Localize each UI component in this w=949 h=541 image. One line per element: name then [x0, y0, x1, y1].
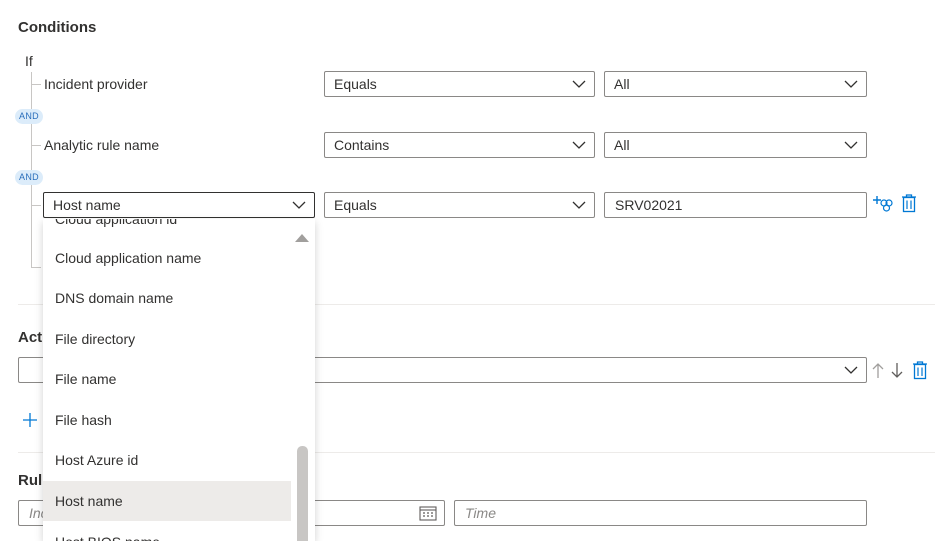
dropdown-option[interactable]: Host BIOS name — [43, 522, 291, 541]
scroll-up-arrow-icon[interactable] — [294, 232, 310, 243]
add-action-icon[interactable] — [22, 412, 38, 428]
conditions-title: Conditions — [18, 19, 97, 36]
condition-field-label: Incident provider — [44, 76, 148, 92]
condition-operator-select[interactable]: Equals — [324, 71, 595, 97]
calendar-icon[interactable] — [419, 505, 437, 521]
tree-branch-2 — [31, 145, 41, 146]
add-condition-group-icon[interactable] — [872, 194, 894, 214]
tree-branch-3 — [31, 205, 41, 206]
condition-field-select[interactable]: Host name — [43, 192, 315, 218]
move-up-icon[interactable] — [872, 362, 884, 379]
condition-operator-select[interactable]: Contains — [324, 132, 595, 158]
chevron-down-icon — [292, 201, 306, 209]
tree-branch-1 — [31, 84, 41, 85]
dropdown-option[interactable]: Cloud application name — [43, 238, 291, 278]
move-down-icon[interactable] — [891, 362, 903, 379]
select-value: All — [614, 76, 630, 92]
chevron-down-icon — [844, 366, 858, 374]
dropdown-option[interactable]: File hash — [43, 400, 291, 440]
dropdown-option[interactable]: Cloud application id — [43, 219, 291, 239]
trash-icon[interactable] — [901, 194, 917, 213]
condition-operator-select[interactable]: Equals — [324, 192, 595, 218]
condition-value-select[interactable]: All — [604, 132, 867, 158]
time-placeholder: Time — [465, 505, 496, 521]
tree-branch-4 — [31, 267, 41, 268]
select-value: Equals — [334, 76, 377, 92]
dropdown-option-selected[interactable]: Host name — [43, 481, 291, 521]
condition-field-label: Analytic rule name — [44, 137, 160, 153]
select-value: All — [614, 137, 630, 153]
chevron-down-icon — [572, 141, 586, 149]
condition-value-select[interactable]: All — [604, 71, 867, 97]
dropdown-option[interactable]: File directory — [43, 319, 291, 359]
chevron-down-icon — [572, 201, 586, 209]
chevron-down-icon — [572, 80, 586, 88]
dropdown-option[interactable]: Host Azure id — [43, 440, 291, 480]
field-dropdown-list[interactable]: Cloud application id Cloud application n… — [43, 219, 315, 541]
condition-value-input[interactable]: SRV02021 — [604, 192, 867, 218]
select-value: Equals — [334, 197, 377, 213]
dropdown-option[interactable]: File name — [43, 359, 291, 399]
chevron-down-icon — [844, 141, 858, 149]
and-badge[interactable]: AND — [15, 109, 43, 124]
rule-expiration-title: Rul — [18, 472, 43, 489]
scrollbar-thumb[interactable] — [297, 446, 308, 541]
select-value: Host name — [53, 197, 121, 213]
expiration-time-input[interactable]: Time — [454, 500, 867, 526]
select-value: Contains — [334, 137, 390, 153]
chevron-down-icon — [844, 80, 858, 88]
trash-icon[interactable] — [912, 361, 928, 380]
if-label: If — [25, 53, 33, 69]
and-badge[interactable]: AND — [15, 170, 43, 185]
dropdown-option[interactable]: DNS domain name — [43, 278, 291, 318]
